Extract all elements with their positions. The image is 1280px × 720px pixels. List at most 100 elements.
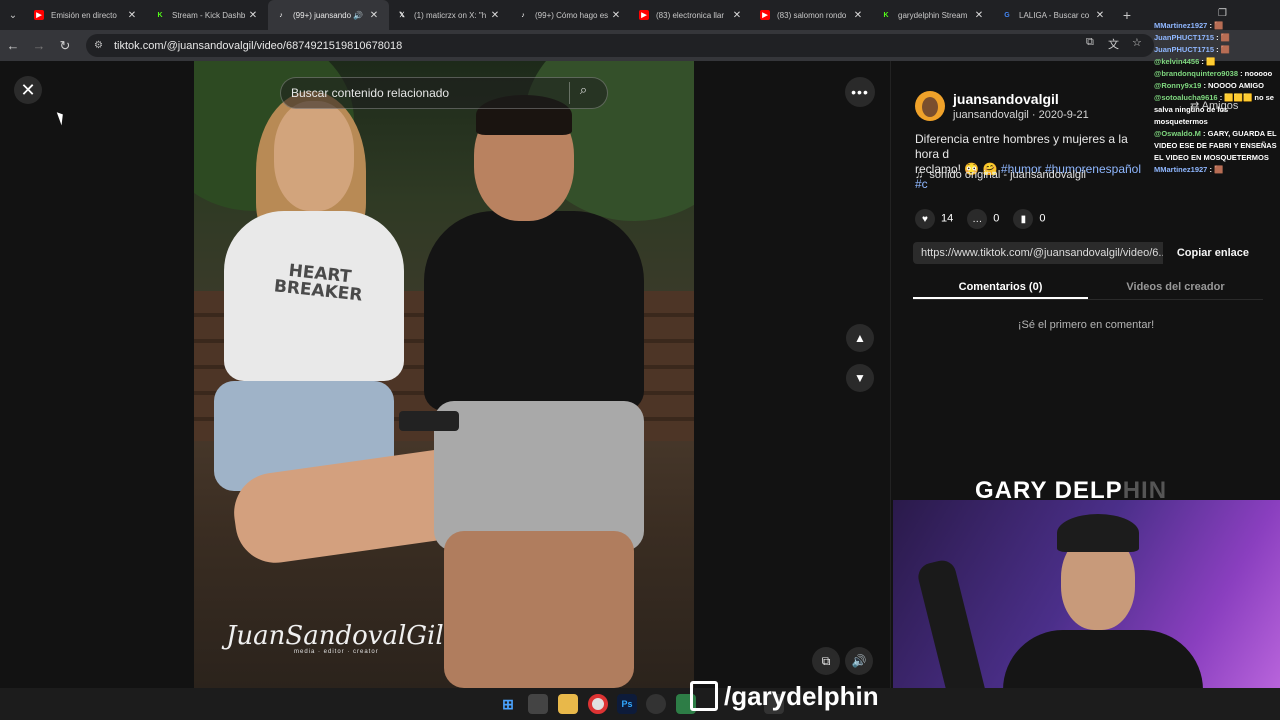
close-tab-icon[interactable]: ✕ bbox=[1093, 10, 1107, 21]
browser-tab[interactable]: 𝕏 (1) maticrzx on X: "h ✕ bbox=[389, 0, 510, 30]
windows-start-icon[interactable]: ⊞ bbox=[498, 694, 518, 714]
kick-icon: K bbox=[157, 11, 163, 19]
obs-icon[interactable] bbox=[646, 694, 666, 714]
chat-message: MMartinez1927 : 🟫 bbox=[1154, 20, 1280, 32]
search-placeholder: Buscar contenido relacionado bbox=[291, 86, 450, 100]
forward-button[interactable]: → bbox=[26, 38, 52, 53]
chrome-icon[interactable] bbox=[588, 694, 608, 714]
sound-label: sonido original - juansandovalgil bbox=[929, 169, 1086, 181]
tab-creator-videos[interactable]: Videos del creador bbox=[1088, 274, 1263, 299]
like-button[interactable]: ♥ 14 bbox=[915, 209, 953, 229]
url-text: tiktok.com/@juansandovalgil/video/687492… bbox=[114, 39, 403, 52]
creator-username[interactable]: juansandovalgil bbox=[953, 91, 1059, 107]
chat-message: @kelvin4456 : 🟨 bbox=[1154, 56, 1280, 68]
description-text: Diferencia entre hombres y mujeres a la … bbox=[915, 132, 1128, 161]
google-icon: G bbox=[1004, 11, 1010, 19]
tab-title: garydelphin Stream bbox=[898, 10, 968, 20]
url-field[interactable]: ⚙ tiktok.com/@juansandovalgil/video/6874… bbox=[86, 34, 1154, 57]
post-date: 2020-9-21 bbox=[1038, 109, 1089, 121]
pip-button[interactable]: ⧉ bbox=[812, 647, 840, 675]
close-tab-icon[interactable]: ✕ bbox=[488, 10, 502, 21]
sound-row[interactable]: ♫ sonido original - juansandovalgil bbox=[915, 169, 1086, 181]
browser-tab[interactable]: ▶ Emisión en directo ✕ bbox=[26, 0, 147, 30]
task-view-icon[interactable] bbox=[528, 694, 548, 714]
chat-username: @kelvin4456 bbox=[1154, 57, 1200, 66]
video-watermark: JuanSandovalGil bbox=[226, 621, 444, 651]
close-tab-icon[interactable]: ✕ bbox=[972, 10, 986, 21]
browser-tab[interactable]: Kgarydelphin Stream ✕ bbox=[873, 0, 994, 30]
browser-tab[interactable]: G LALIGA - Buscar co ✕ bbox=[994, 0, 1115, 30]
tab-title: (99+) juansando bbox=[293, 10, 352, 20]
video-player[interactable]: HEART BREAKER JuanSandovalGil media · ed… bbox=[194, 61, 694, 688]
x-icon: 𝕏 bbox=[399, 12, 405, 19]
creator-meta: juansandovalgil · 2020-9-21 bbox=[953, 109, 1089, 121]
music-note-icon: ♫ bbox=[915, 169, 924, 181]
chat-message: @Oswaldo.M : GARY, GUARDA EL VIDEO ESE D… bbox=[1154, 128, 1280, 164]
search-icon[interactable]: ⌕ bbox=[569, 82, 597, 104]
more-options-button[interactable]: ••• bbox=[845, 77, 875, 107]
volume-button[interactable]: 🔊 bbox=[845, 647, 873, 675]
close-tab-icon[interactable]: ✕ bbox=[367, 10, 381, 21]
tab-title: Stream - Kick Dashb bbox=[172, 10, 246, 20]
browser-tab[interactable]: ▶ (83) salomon rondo ✕ bbox=[752, 0, 873, 30]
youtube-icon: ▶ bbox=[34, 10, 44, 20]
back-button[interactable]: ← bbox=[0, 38, 26, 53]
next-video-button[interactable]: ▼ bbox=[846, 364, 874, 392]
like-count: 14 bbox=[941, 212, 954, 225]
tab-title: (83) salomon rondo bbox=[777, 10, 847, 20]
tiktok-icon: ♪ bbox=[521, 11, 525, 19]
youtube-icon: ▶ bbox=[760, 10, 770, 20]
chat-text: : nooooo bbox=[1240, 69, 1273, 78]
close-tab-icon[interactable]: ✕ bbox=[851, 10, 865, 21]
chat-username: MMartinez1927 bbox=[1154, 21, 1208, 30]
streamer-cap bbox=[1057, 514, 1139, 552]
twitch-handle: /garydelphin bbox=[724, 680, 879, 711]
comment-count: 0 bbox=[993, 212, 1000, 225]
copy-link-button[interactable]: Copiar enlace bbox=[1162, 242, 1263, 264]
new-tab-button[interactable]: + bbox=[1115, 7, 1139, 23]
man-shirt bbox=[424, 211, 644, 411]
twitch-handle-overlay: /garydelphin bbox=[690, 676, 879, 716]
bookmark-star-icon[interactable]: ☆ bbox=[1132, 36, 1142, 49]
tab-title: Emisión en directo bbox=[51, 10, 117, 20]
browser-tab[interactable]: ♪ (99+) juansando 🔊 ✕ bbox=[268, 0, 389, 30]
chat-message: MMartinez1927 : 🟫 bbox=[1154, 164, 1280, 176]
tab-title: (83) electronica llar bbox=[656, 10, 725, 20]
panel-tabs: Comentarios (0) Videos del creador bbox=[913, 274, 1263, 300]
install-app-icon[interactable]: ⧉ bbox=[1086, 36, 1094, 49]
audio-playing-icon[interactable]: 🔊 bbox=[353, 11, 363, 20]
tab-search-button[interactable]: ⌄ bbox=[0, 0, 26, 30]
browser-tab[interactable]: ♪ (99+) Cómo hago es ✕ bbox=[510, 0, 631, 30]
post-description: Diferencia entre hombres y mujeres a la … bbox=[915, 132, 1155, 192]
reload-button[interactable]: ↻ bbox=[52, 38, 78, 54]
restore-icon[interactable]: ❐ bbox=[1218, 8, 1227, 19]
share-link: https://www.tiktok.com/@juansandovalgil/… bbox=[921, 247, 1168, 259]
browser-tab[interactable]: ▶ (83) electronica llar ✕ bbox=[631, 0, 752, 30]
man-shorts bbox=[434, 401, 644, 551]
comment-button[interactable]: … 0 bbox=[967, 209, 999, 229]
close-video-button[interactable]: ✕ bbox=[14, 76, 42, 104]
creator-avatar[interactable] bbox=[915, 91, 945, 121]
chat-text: : 🟫 bbox=[1216, 33, 1231, 42]
save-button[interactable]: ▮ 0 bbox=[1013, 209, 1046, 229]
chat-username: @brandonquintero9038 bbox=[1154, 69, 1238, 78]
tab-comments[interactable]: Comentarios (0) bbox=[913, 274, 1088, 299]
save-count: 0 bbox=[1039, 212, 1046, 225]
translate-icon[interactable]: 文 bbox=[1108, 36, 1119, 52]
close-tab-icon[interactable]: ✕ bbox=[609, 10, 623, 21]
file-explorer-icon[interactable] bbox=[558, 694, 578, 714]
previous-video-button[interactable]: ▲ bbox=[846, 324, 874, 352]
browser-tab[interactable]: K Stream - Kick Dashb ✕ bbox=[147, 0, 268, 30]
chat-message: @brandonquintero9038 : nooooo bbox=[1154, 68, 1280, 80]
comment-icon: … bbox=[967, 209, 988, 229]
tab-title: LALIGA - Buscar co bbox=[1019, 10, 1090, 20]
chat-text: : NOOOO AMIGO bbox=[1203, 81, 1264, 90]
close-tab-icon[interactable]: ✕ bbox=[246, 10, 260, 21]
site-info-icon[interactable]: ⚙ bbox=[94, 40, 108, 51]
phone bbox=[399, 411, 459, 431]
close-tab-icon[interactable]: ✕ bbox=[125, 10, 139, 21]
woman-face bbox=[274, 101, 354, 211]
close-tab-icon[interactable]: ✕ bbox=[730, 10, 744, 21]
photoshop-icon[interactable]: Ps bbox=[617, 694, 637, 714]
related-search-bar[interactable]: Buscar contenido relacionado ⌕ bbox=[280, 77, 608, 109]
